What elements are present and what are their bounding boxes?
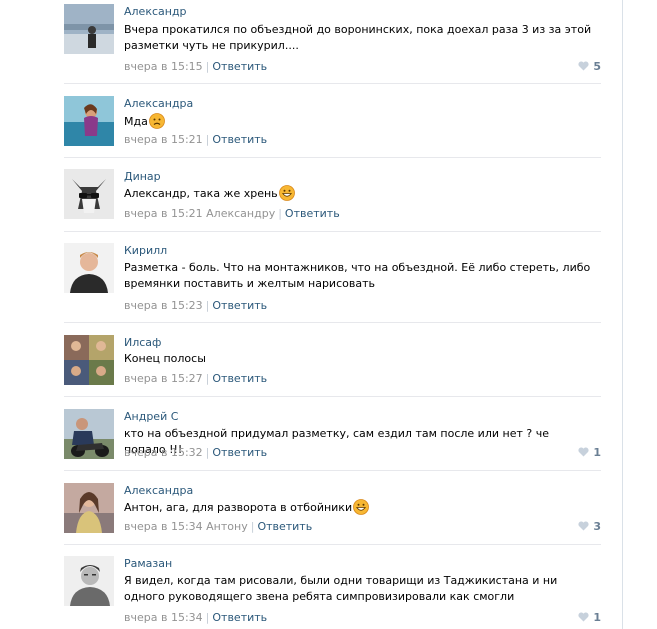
comment-text: Мда: [124, 113, 594, 130]
avatar[interactable]: [64, 409, 114, 459]
comment-meta: вчера в 15:27 | Ответить: [124, 372, 267, 386]
feed-right-border: [622, 0, 623, 629]
comment-meta: вчера в 15:23 | Ответить: [124, 299, 267, 313]
heart-icon: [578, 447, 589, 457]
comment-author[interactable]: Александра: [124, 484, 193, 498]
reply-link[interactable]: Ответить: [212, 446, 267, 459]
comment-author[interactable]: Рамазан: [124, 557, 172, 571]
comment-time[interactable]: вчера в 15:34: [124, 520, 203, 533]
avatar[interactable]: [64, 96, 114, 146]
comment-time[interactable]: вчера в 15:21: [124, 207, 203, 220]
comment-author[interactable]: Динар: [124, 170, 161, 184]
comment-text: Я видел, когда там рисовали, были одни т…: [124, 573, 594, 605]
like-button[interactable]: 5: [578, 60, 601, 74]
meta-divider: |: [205, 446, 210, 459]
comment-text: Антон, ага, для разворота в отбойники: [124, 499, 594, 516]
grin-face-icon: [353, 499, 370, 515]
like-button[interactable]: 1: [578, 446, 601, 460]
avatar[interactable]: [64, 335, 114, 385]
comment-time[interactable]: вчера в 15:21: [124, 133, 203, 146]
heart-icon: [578, 61, 589, 71]
comment-text-content: Александр, така же хрень: [124, 187, 278, 200]
comment-text-content: Разметка - боль. Что на монтажников, что…: [124, 261, 591, 290]
like-button[interactable]: 1: [578, 611, 601, 625]
meta-divider: |: [205, 611, 210, 624]
meta-divider: |: [205, 133, 210, 146]
like-count: 5: [593, 60, 601, 73]
like-count: 1: [593, 611, 601, 624]
comment-author[interactable]: Илсаф: [124, 336, 161, 350]
comment-meta: вчера в 15:21 Александру | Ответить: [124, 207, 340, 221]
comment-author[interactable]: Александра: [124, 97, 193, 111]
comment-separator: [64, 470, 601, 471]
comment-text-content: Мда: [124, 115, 148, 128]
comment-separator: [64, 322, 601, 323]
reply-link[interactable]: Ответить: [212, 133, 267, 146]
avatar[interactable]: [64, 4, 114, 54]
reply-link[interactable]: Ответить: [212, 611, 267, 624]
comment-time[interactable]: вчера в 15:34: [124, 611, 203, 624]
grin-face-icon: [278, 185, 295, 201]
reply-to-name[interactable]: Антону: [206, 520, 248, 533]
reply-link[interactable]: Ответить: [212, 60, 267, 73]
avatar[interactable]: [64, 243, 114, 293]
comment-author[interactable]: Андрей С: [124, 410, 178, 424]
comment-separator: [64, 396, 601, 397]
comment-meta: вчера в 15:34 | Ответить: [124, 611, 267, 625]
comment-text: Разметка - боль. Что на монтажников, что…: [124, 260, 594, 292]
comment-time[interactable]: вчера в 15:15: [124, 60, 203, 73]
meta-divider: |: [250, 520, 255, 533]
sad-face-icon: [148, 113, 165, 129]
reply-link[interactable]: Ответить: [212, 299, 267, 312]
comment-time[interactable]: вчера в 15:23: [124, 299, 203, 312]
comment-text: Вчера прокатился по объездной до воронин…: [124, 22, 594, 54]
avatar[interactable]: [64, 483, 114, 533]
like-count: 3: [593, 520, 601, 533]
comment-text-content: Я видел, когда там рисовали, были одни т…: [124, 574, 558, 603]
meta-divider: |: [205, 60, 210, 73]
heart-icon: [578, 521, 589, 531]
reply-to-name[interactable]: Александру: [206, 207, 275, 220]
like-button[interactable]: 3: [578, 520, 601, 534]
comment-text: Конец полосы: [124, 351, 594, 367]
comment-text-content: Конец полосы: [124, 352, 206, 365]
like-count: 1: [593, 446, 601, 459]
comment-separator: [64, 157, 601, 158]
comment-author[interactable]: Александр: [124, 5, 187, 19]
reply-link[interactable]: Ответить: [257, 520, 312, 533]
reply-link[interactable]: Ответить: [285, 207, 340, 220]
comment-separator: [64, 231, 601, 232]
comment-meta: вчера в 15:15 | Ответить: [124, 60, 267, 74]
heart-icon: [578, 612, 589, 622]
comment-meta: вчера в 15:21 | Ответить: [124, 133, 267, 147]
comment-author[interactable]: Кирилл: [124, 244, 167, 258]
comment-separator: [64, 544, 601, 545]
comment-text: Александр, така же хрень: [124, 185, 594, 202]
comment-text-content: Вчера прокатился по объездной до воронин…: [124, 23, 592, 52]
meta-divider: |: [205, 372, 210, 385]
reply-link[interactable]: Ответить: [212, 372, 267, 385]
comment-text-content: Антон, ага, для разворота в отбойники: [124, 501, 353, 514]
comment-separator: [64, 83, 601, 84]
meta-divider: |: [205, 299, 210, 312]
avatar[interactable]: [64, 169, 114, 219]
meta-divider: |: [278, 207, 282, 220]
avatar[interactable]: [64, 556, 114, 606]
comment-meta: вчера в 15:34 Антону | Ответить: [124, 520, 312, 534]
comment-meta: вчера в 15:32 | Ответить: [124, 446, 267, 460]
comment-time[interactable]: вчера в 15:32: [124, 446, 203, 459]
comment-time[interactable]: вчера в 15:27: [124, 372, 203, 385]
